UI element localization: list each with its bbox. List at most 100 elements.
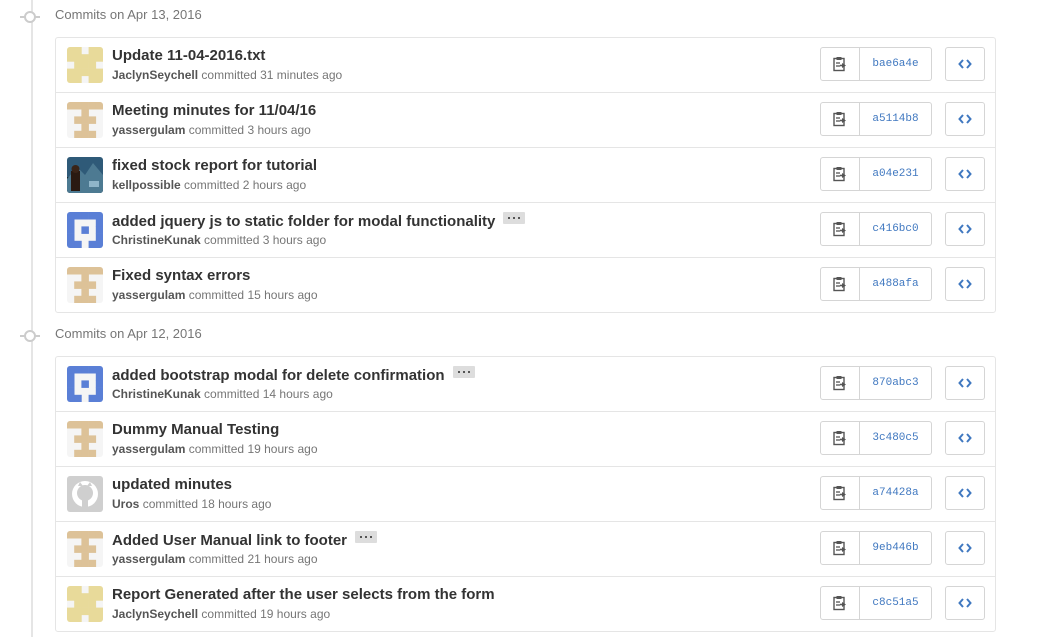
code-icon[interactable] (945, 47, 985, 81)
avatar[interactable] (67, 157, 103, 193)
clipboard-icon[interactable] (820, 476, 860, 510)
commit-sha-button[interactable]: a5114b8 (860, 102, 932, 136)
commit-sha-group: c8c51a5 (820, 586, 932, 620)
commit-sha-button[interactable]: 3c480c5 (860, 421, 932, 455)
commit-action: committed (188, 442, 245, 456)
commit-message-link[interactable]: Meeting minutes for 11/04/16 (112, 102, 316, 119)
commit-icon (24, 11, 36, 23)
clipboard-icon[interactable] (820, 47, 860, 81)
commit-title: Fixed syntax errors (112, 267, 250, 284)
commit-list: Update 11-04-2016.txt JaclynSeychell com… (55, 37, 996, 313)
code-icon[interactable] (945, 102, 985, 136)
commit-title: added jquery js to static folder for mod… (112, 212, 526, 230)
commit-group-header: Commits on Apr 12, 2016 (0, 326, 600, 346)
commit-time: 18 hours ago (201, 497, 272, 511)
commit-message-link[interactable]: Fixed syntax errors (112, 267, 250, 284)
commit-sha-button[interactable]: a04e231 (860, 157, 932, 191)
commit-row: Meeting minutes for 11/04/16 yassergulam… (56, 92, 995, 147)
commit-row: added bootstrap modal for delete confirm… (56, 357, 995, 411)
commit-author[interactable]: yassergulam (112, 123, 185, 137)
commit-message-link[interactable]: Added User Manual link to footer (112, 532, 347, 549)
commit-message-link[interactable]: updated minutes (112, 476, 232, 493)
timeline-line (31, 0, 33, 637)
clipboard-icon[interactable] (820, 212, 860, 246)
commit-group-title: Commits on Apr 13, 2016 (55, 7, 202, 22)
expand-ellipsis-button[interactable] (503, 212, 526, 224)
commit-meta: ChristineKunak committed 3 hours ago (112, 233, 326, 247)
commit-message-link[interactable]: Report Generated after the user selects … (112, 586, 495, 603)
commit-sha-group: a5114b8 (820, 102, 932, 136)
clipboard-icon[interactable] (820, 267, 860, 301)
commit-action: committed (201, 607, 257, 621)
commit-time: 31 minutes ago (260, 68, 343, 82)
code-icon[interactable] (945, 476, 985, 510)
commit-author[interactable]: Uros (112, 497, 139, 511)
commit-action: committed (204, 387, 260, 401)
clipboard-icon[interactable] (820, 157, 860, 191)
clipboard-icon[interactable] (820, 586, 860, 620)
code-icon[interactable] (945, 366, 985, 400)
commit-sha-button[interactable]: 870abc3 (860, 366, 932, 400)
avatar[interactable] (67, 212, 103, 248)
commit-author[interactable]: ChristineKunak (112, 233, 201, 247)
commit-row: Added User Manual link to footer yasserg… (56, 521, 995, 576)
clipboard-icon[interactable] (820, 531, 860, 565)
commit-sha-button[interactable]: 9eb446b (860, 531, 932, 565)
avatar[interactable] (67, 586, 103, 622)
commit-row: fixed stock report for tutorial kellposs… (56, 147, 995, 202)
code-icon[interactable] (945, 421, 985, 455)
code-icon[interactable] (945, 157, 985, 191)
commit-message-link[interactable]: fixed stock report for tutorial (112, 157, 317, 174)
commit-action: committed (188, 123, 245, 137)
commit-meta: Uros committed 18 hours ago (112, 497, 271, 511)
clipboard-icon[interactable] (820, 421, 860, 455)
avatar[interactable] (67, 102, 103, 138)
commit-author[interactable]: yassergulam (112, 288, 185, 302)
commit-time: 21 hours ago (247, 552, 318, 566)
commit-title: Report Generated after the user selects … (112, 586, 495, 603)
expand-ellipsis-button[interactable] (355, 531, 378, 543)
commit-sha-button[interactable]: c416bc0 (860, 212, 932, 246)
expand-ellipsis-button[interactable] (452, 366, 475, 378)
commit-author[interactable]: yassergulam (112, 552, 185, 566)
avatar[interactable] (67, 476, 103, 512)
commit-author[interactable]: yassergulam (112, 442, 185, 456)
avatar[interactable] (67, 47, 103, 83)
clipboard-icon[interactable] (820, 102, 860, 136)
avatar[interactable] (67, 366, 103, 402)
commit-time: 3 hours ago (247, 123, 311, 137)
code-icon[interactable] (945, 212, 985, 246)
commit-time: 15 hours ago (247, 288, 318, 302)
clipboard-icon[interactable] (820, 366, 860, 400)
commit-action: committed (188, 552, 245, 566)
code-icon[interactable] (945, 586, 985, 620)
commit-message-link[interactable]: Update 11-04-2016.txt (112, 47, 265, 64)
commit-time: 2 hours ago (242, 178, 307, 192)
commit-message-link[interactable]: Dummy Manual Testing (112, 421, 279, 438)
commit-group-header: Commits on Apr 13, 2016 (0, 7, 600, 27)
commit-author[interactable]: kellpossible (112, 178, 181, 192)
commit-sha-group: a488afa (820, 267, 932, 301)
commit-row: Report Generated after the user selects … (56, 576, 995, 631)
commit-author[interactable]: JaclynSeychell (112, 68, 198, 82)
avatar[interactable] (67, 531, 103, 567)
commit-sha-button[interactable]: a488afa (860, 267, 932, 301)
commit-time: 19 hours ago (260, 607, 331, 621)
commit-message-link[interactable]: added jquery js to static folder for mod… (112, 213, 495, 230)
commit-sha-button[interactable]: bae6a4e (860, 47, 932, 81)
commit-sha-button[interactable]: c8c51a5 (860, 586, 932, 620)
commit-meta: ChristineKunak committed 14 hours ago (112, 387, 333, 401)
commit-message-link[interactable]: added bootstrap modal for delete confirm… (112, 367, 445, 384)
avatar[interactable] (67, 267, 103, 303)
commit-sha-button[interactable]: a74428a (860, 476, 932, 510)
commit-title: Added User Manual link to footer (112, 531, 378, 549)
commit-meta: yassergulam committed 21 hours ago (112, 552, 318, 566)
commit-author[interactable]: JaclynSeychell (112, 607, 198, 621)
code-icon[interactable] (945, 531, 985, 565)
commit-title: fixed stock report for tutorial (112, 157, 317, 174)
commit-sha-group: 9eb446b (820, 531, 932, 565)
commit-author[interactable]: ChristineKunak (112, 387, 201, 401)
commit-meta: JaclynSeychell committed 31 minutes ago (112, 68, 342, 82)
code-icon[interactable] (945, 267, 985, 301)
avatar[interactable] (67, 421, 103, 457)
